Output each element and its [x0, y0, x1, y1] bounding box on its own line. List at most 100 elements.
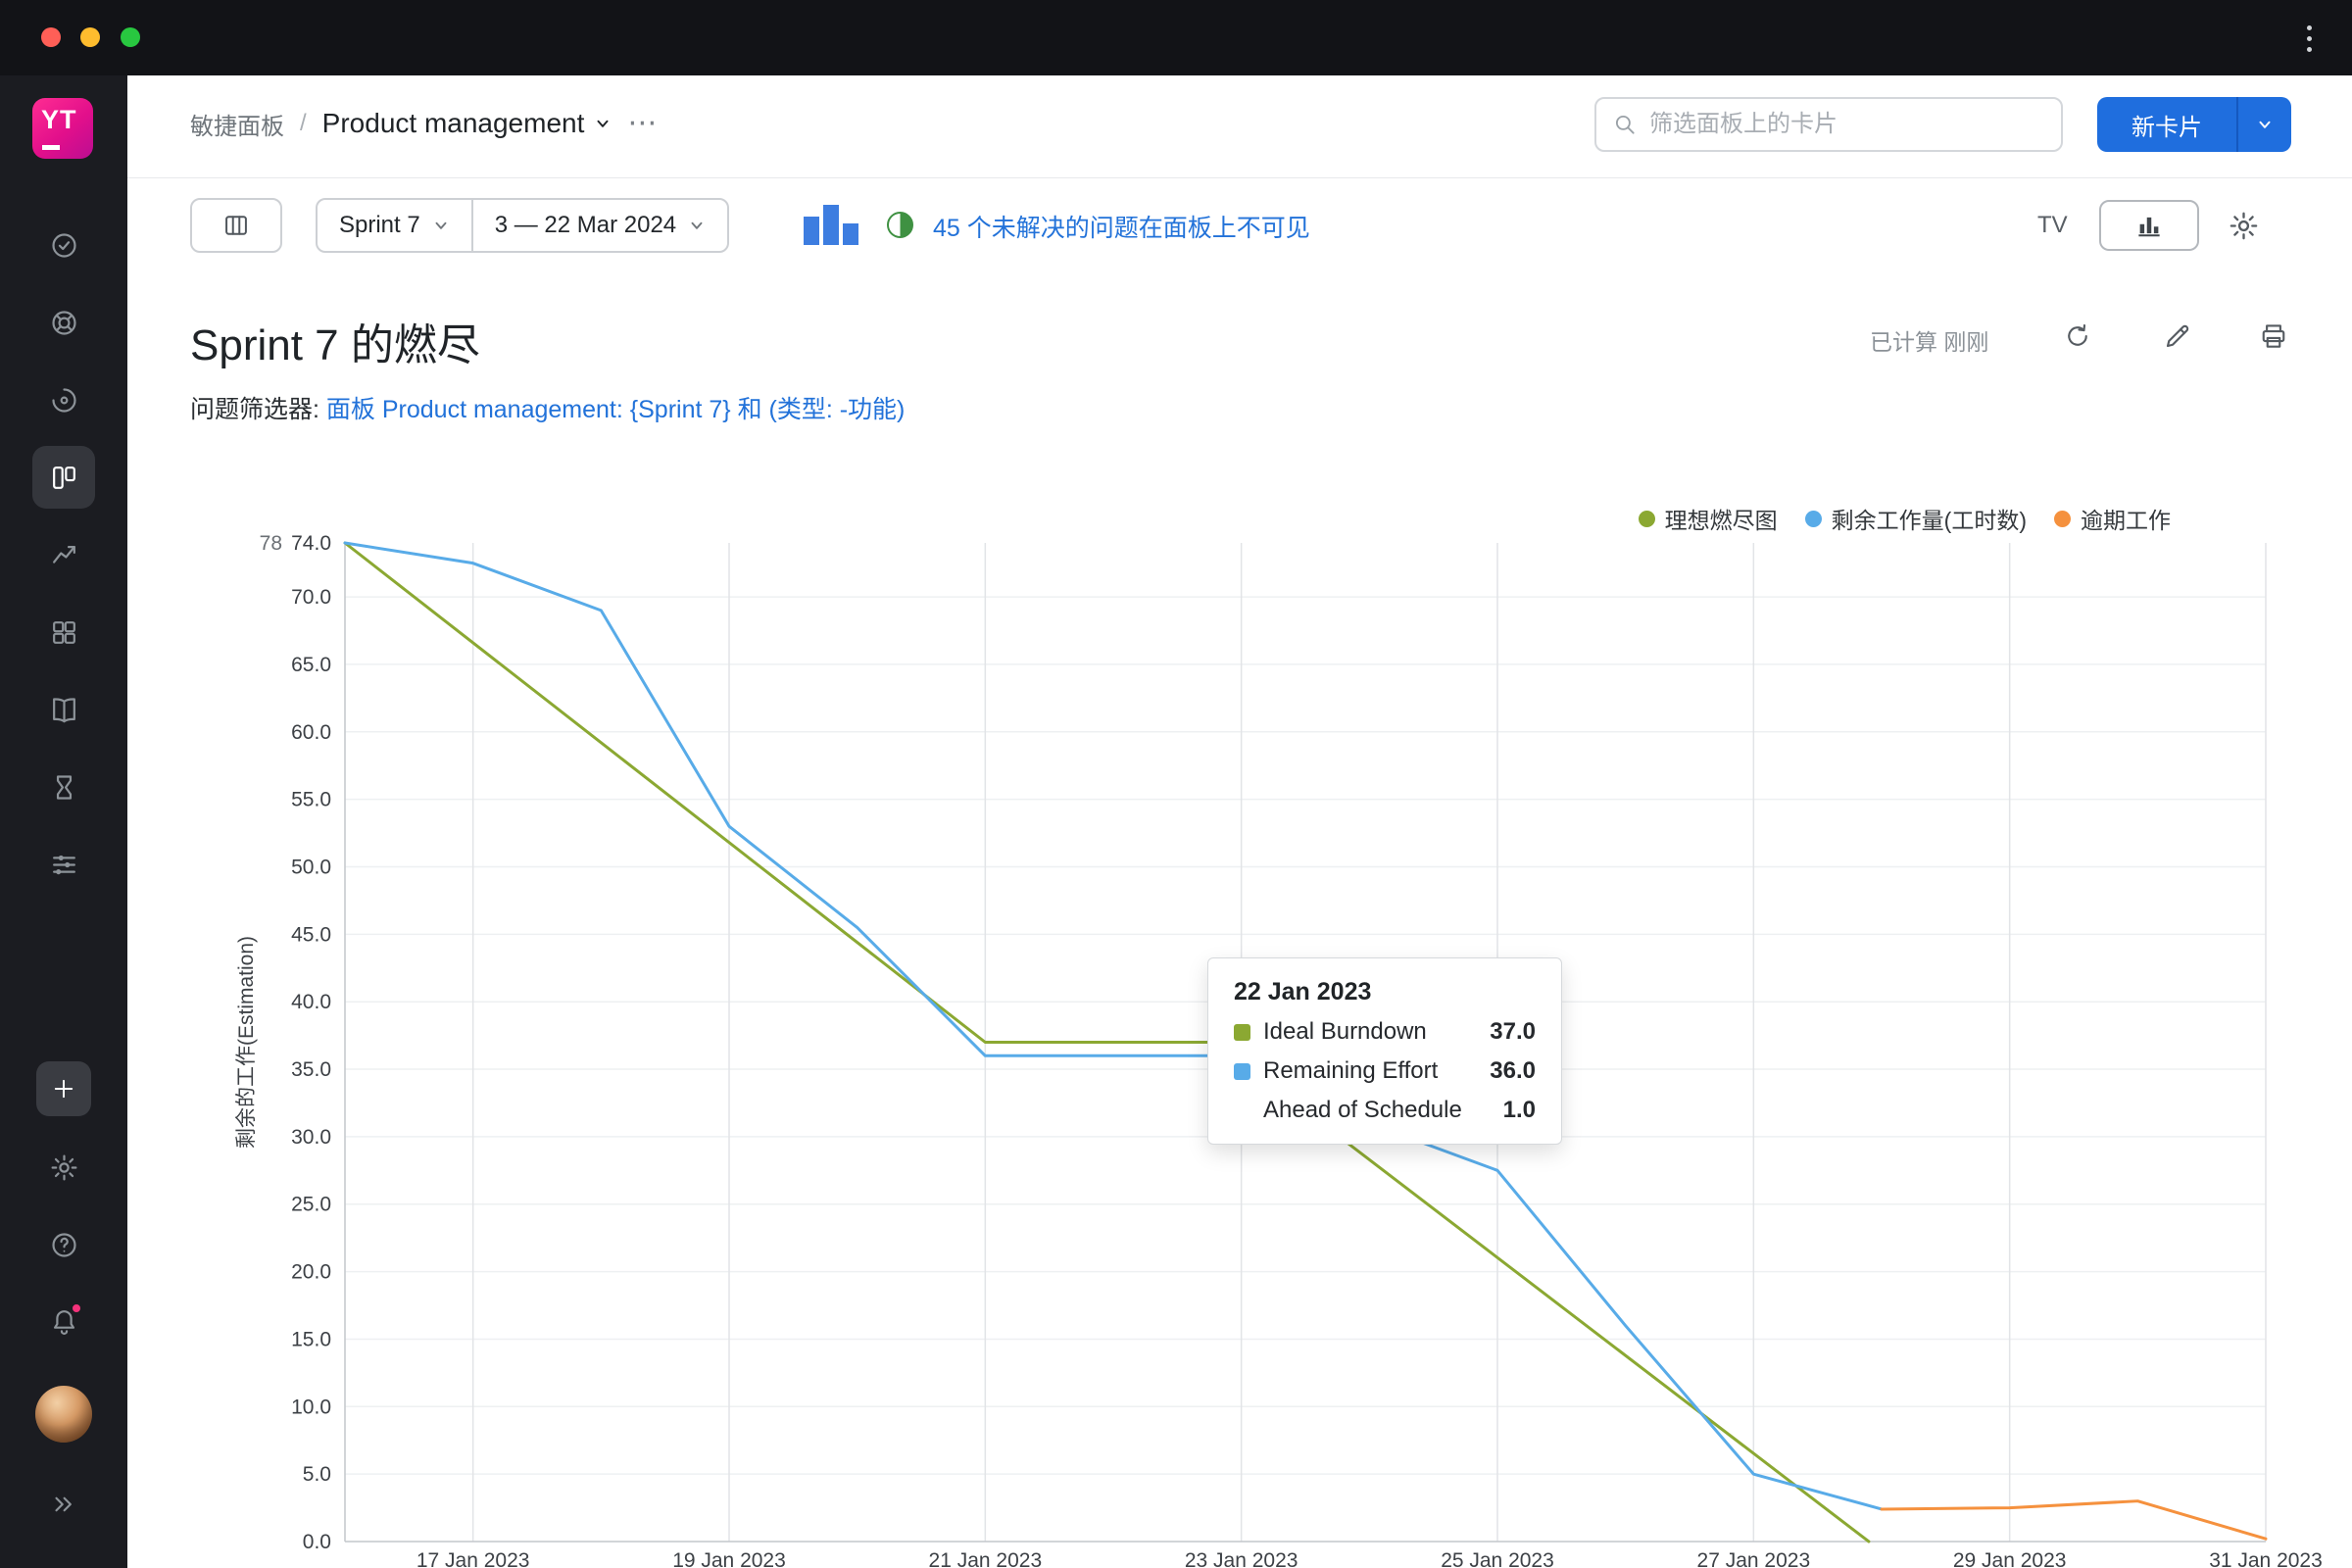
sidebar-help-button[interactable]: [32, 1213, 95, 1276]
sidebar-notifications-button[interactable]: [32, 1293, 95, 1355]
gantt-sliders-icon: [49, 850, 79, 880]
pencil-icon: [2163, 321, 2192, 351]
tooltip-date: 22 Jan 2023: [1234, 978, 1536, 1006]
user-avatar[interactable]: [35, 1386, 92, 1443]
tv-mode-button[interactable]: TV: [2037, 212, 2068, 239]
svg-text:45.0: 45.0: [291, 923, 331, 946]
knowledge-base-book-icon: [49, 695, 79, 725]
svg-text:20.0: 20.0: [291, 1261, 331, 1284]
sidebar-item-projects[interactable]: [32, 368, 95, 431]
sprint-progress-donut-icon: [887, 212, 913, 238]
tooltip-value: 37.0: [1490, 1018, 1536, 1046]
tooltip-row-ideal: Ideal Burndown 37.0: [1234, 1018, 1536, 1046]
tooltip-label: Remaining Effort: [1263, 1057, 1438, 1085]
sidebar-item-timesheets[interactable]: [32, 756, 95, 818]
svg-text:55.0: 55.0: [291, 789, 331, 811]
sprint-selector-group: Sprint 7 3 — 22 Mar 2024: [316, 198, 729, 253]
svg-text:31 Jan 2023: 31 Jan 2023: [2209, 1549, 2323, 1568]
kebab-menu-icon[interactable]: [2291, 21, 2327, 56]
tooltip-value: 36.0: [1490, 1057, 1536, 1085]
svg-text:5.0: 5.0: [303, 1463, 331, 1486]
logo-text: YT: [41, 105, 77, 135]
column-chart-icon: [2134, 211, 2164, 240]
chart-view-toggle-button[interactable]: [2099, 200, 2199, 251]
sprint-name: Sprint 7: [339, 212, 420, 239]
refresh-icon: [2063, 321, 2092, 351]
search-input[interactable]: [1649, 111, 2045, 138]
sidebar-item-knowledge-base[interactable]: [32, 678, 95, 741]
svg-text:15.0: 15.0: [291, 1328, 331, 1350]
youtrack-logo[interactable]: YT: [32, 98, 93, 159]
board-settings-button[interactable]: [2221, 203, 2266, 248]
breadcrumb-boards-link[interactable]: 敏捷面板: [190, 107, 284, 141]
board-selector[interactable]: Product management: [322, 108, 612, 139]
logo-underscore: [42, 145, 60, 150]
sidebar-item-dashboards[interactable]: [32, 601, 95, 663]
svg-text:74.0: 74.0: [291, 532, 331, 555]
svg-text:40.0: 40.0: [291, 991, 331, 1013]
create-button[interactable]: [36, 1061, 91, 1116]
unresolved-issues-link[interactable]: 45 个未解决的问题在面板上不可见: [933, 209, 1310, 244]
sidebar-expand-button[interactable]: [32, 1473, 95, 1536]
board-more-button[interactable]: ⋯: [627, 114, 659, 133]
svg-text:23 Jan 2023: 23 Jan 2023: [1185, 1549, 1298, 1568]
gear-icon: [49, 1152, 79, 1183]
board-name: Product management: [322, 108, 585, 139]
sidebar-item-reports[interactable]: [32, 523, 95, 586]
svg-text:0.0: 0.0: [303, 1531, 331, 1553]
svg-text:60.0: 60.0: [291, 721, 331, 744]
sidebar-settings-button[interactable]: [32, 1136, 95, 1199]
zoom-window-button[interactable]: [121, 27, 140, 47]
new-card-button[interactable]: 新卡片: [2097, 97, 2236, 152]
svg-text:30.0: 30.0: [291, 1126, 331, 1149]
new-card-dropdown-button[interactable]: [2238, 97, 2291, 152]
svg-text:19 Jan 2023: 19 Jan 2023: [672, 1549, 786, 1568]
backlog-toggle-button[interactable]: [190, 198, 282, 253]
svg-text:25 Jan 2023: 25 Jan 2023: [1441, 1549, 1554, 1568]
chart-tooltip: 22 Jan 2023 Ideal Burndown 37.0 Remainin…: [1207, 957, 1562, 1145]
calculated-status: 已计算 刚刚: [1870, 323, 1988, 357]
sprint-dropdown[interactable]: Sprint 7: [318, 200, 471, 251]
svg-text:78: 78: [260, 532, 282, 555]
board-columns-icon: [222, 212, 250, 239]
svg-text:70.0: 70.0: [291, 586, 331, 609]
chevron-down-icon: [2256, 116, 2274, 133]
card-filter-search[interactable]: [1594, 97, 2063, 152]
projects-swirl-icon: [49, 385, 79, 416]
chevron-down-icon: [432, 217, 450, 234]
close-window-button[interactable]: [41, 27, 61, 47]
double-chevron-right-icon: [49, 1490, 78, 1519]
gear-icon: [2228, 210, 2260, 242]
plus-icon: [50, 1075, 77, 1102]
sprint-dates-dropdown[interactable]: 3 — 22 Mar 2024: [471, 200, 727, 251]
app-sidebar: YT: [0, 75, 127, 1568]
tooltip-row-ahead: Ahead of Schedule 1.0: [1234, 1097, 1536, 1124]
minimize-window-button[interactable]: [80, 27, 100, 47]
sidebar-item-agile-boards[interactable]: [32, 446, 95, 509]
breadcrumb-separator: /: [300, 110, 307, 137]
sidebar-item-gantt[interactable]: [32, 833, 95, 896]
sidebar-item-helpdesk[interactable]: [32, 291, 95, 354]
sidebar-item-issues[interactable]: [32, 214, 95, 276]
new-card-split-button: 新卡片: [2097, 97, 2291, 152]
tooltip-label: Ideal Burndown: [1263, 1018, 1427, 1046]
issues-check-icon: [49, 230, 79, 261]
remaining-swatch-icon: [1234, 1063, 1250, 1080]
reports-trend-icon: [49, 540, 79, 570]
notification-badge: [70, 1301, 83, 1315]
window-titlebar: [0, 0, 2352, 75]
agile-board-icon: [49, 463, 79, 493]
edit-report-button[interactable]: [2156, 315, 2199, 358]
tooltip-label: Ahead of Schedule: [1263, 1097, 1462, 1124]
print-button[interactable]: [2252, 315, 2295, 358]
recalculate-button[interactable]: [2056, 315, 2099, 358]
chevron-down-icon: [594, 115, 612, 132]
filter-query-link[interactable]: 面板 Product management: {Sprint 7} 和 (类型:…: [326, 396, 905, 423]
sprint-progress-bars-icon: [804, 204, 858, 245]
page-title: Sprint 7 的燃尽: [190, 310, 480, 372]
ideal-swatch-icon: [1234, 1024, 1250, 1041]
help-icon: [49, 1230, 79, 1260]
svg-text:50.0: 50.0: [291, 856, 331, 878]
svg-text:17 Jan 2023: 17 Jan 2023: [416, 1549, 530, 1568]
breadcrumb: 敏捷面板 / Product management ⋯: [190, 98, 659, 149]
